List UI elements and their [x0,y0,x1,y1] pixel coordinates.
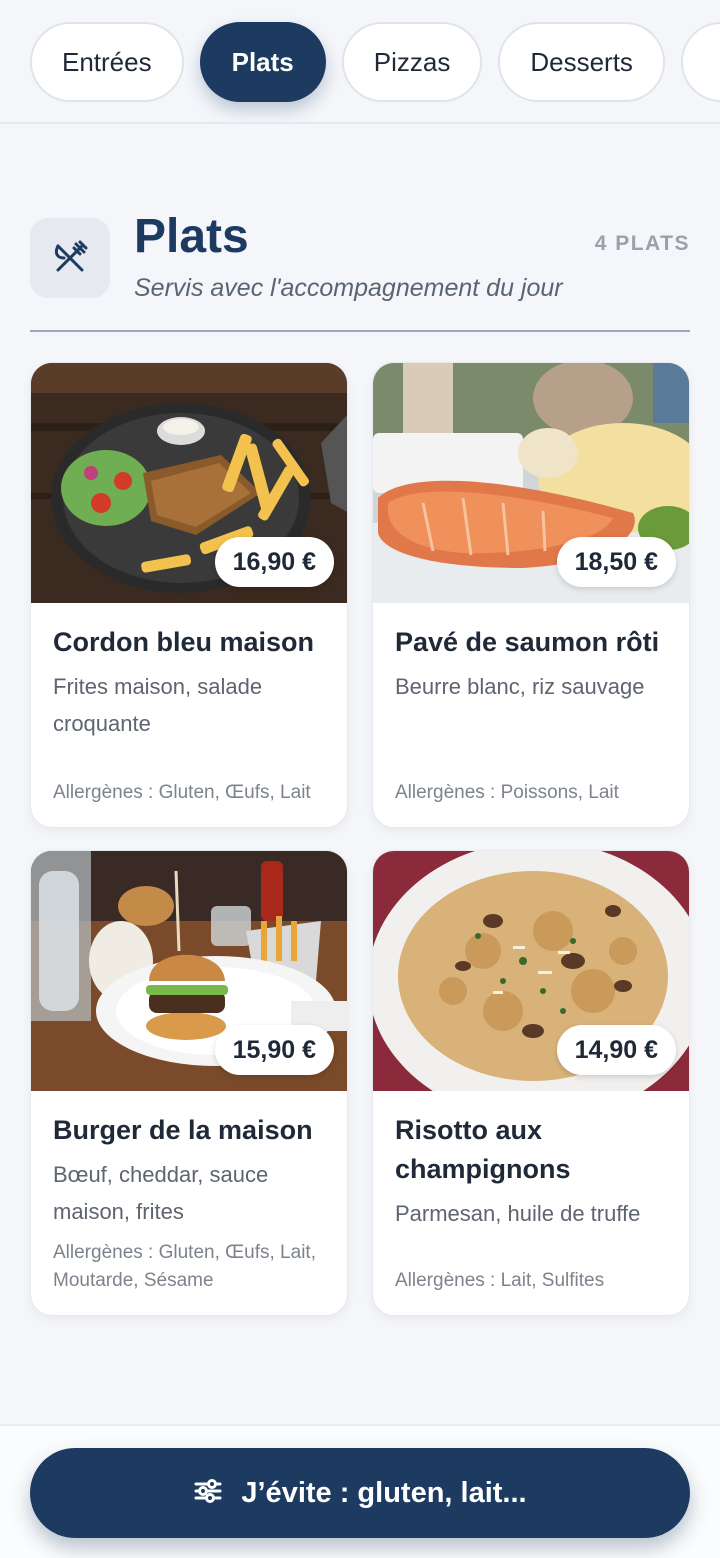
dish-name: Burger de la maison [53,1115,313,1145]
dish-info: Cordon bleu maison Frites maison, salade… [53,623,329,807]
price-badge: 16,90 € [214,537,334,587]
dish-card[interactable]: 16,90 € Cordon bleu maison Frites maison… [30,362,348,828]
dish-info: Burger de la maison Bœuf, cheddar, sauce… [53,1111,329,1295]
dish-description: Parmesan, huile de truffe [395,1201,641,1226]
dish-name: Pavé de saumon rôti [395,627,660,657]
tab-desserts[interactable]: Desserts [498,22,665,102]
section-title: Plats [134,210,249,263]
dish-info: Pavé de saumon rôti Beurre blanc, riz sa… [395,623,671,807]
tab-pizzas[interactable]: Pizzas [341,22,483,102]
dish-photo-cordon-bleu: 16,90 € [31,363,347,603]
dish-info: Risotto aux champignons Parmesan, huile … [395,1111,671,1295]
dish-allergens: Allergènes : Lait, Sulfites [395,1270,605,1291]
tab-entrees[interactable]: Entrées [30,22,184,102]
dish-name: Cordon bleu maison [53,627,315,657]
dish-grid: 16,90 € Cordon bleu maison Frites maison… [30,362,690,1316]
dish-allergens: Allergènes : Gluten, Œufs, Lait [53,782,311,803]
bottom-bar: J’évite : gluten, lait... [0,1424,720,1558]
section-subtitle: Servis avec l'accompagnement du jour [134,274,563,302]
price-badge: 18,50 € [556,537,676,587]
dish-description: Beurre blanc, riz sauvage [395,674,645,699]
price-badge: 14,90 € [556,1025,676,1075]
dish-card[interactable]: 18,50 € Pavé de saumon rôti Beurre blanc… [372,362,690,828]
dish-photo-burger: 15,90 € [31,851,347,1091]
section-header: Plats Servis avec l'accompagnement du jo… [30,210,690,332]
dish-count: 4 PLATS [594,232,690,255]
category-tabs-bar: Entrées Plats Pizzas Desserts [0,0,720,124]
dish-allergens: Allergènes : Gluten, Œufs, Lait, Moutard… [53,1242,316,1291]
price-badge: 15,90 € [214,1025,334,1075]
dish-allergens: Allergènes : Poissons, Lait [395,782,619,803]
dish-card[interactable]: 14,90 € Risotto aux champignons Parmesan… [372,850,690,1316]
dish-description: Frites maison, salade croquante [53,674,263,736]
allergen-filter-button[interactable]: J’évite : gluten, lait... [30,1448,690,1538]
dish-photo-saumon: 18,50 € [373,363,689,603]
dish-description: Bœuf, cheddar, sauce maison, frites [53,1162,269,1224]
dish-photo-risotto: 14,90 € [373,851,689,1091]
utensils-crossed-icon [30,218,110,298]
dish-card[interactable]: 15,90 € Burger de la maison Bœuf, chedda… [30,850,348,1316]
category-tabs: Entrées Plats Pizzas Desserts [30,22,720,102]
dish-name: Risotto aux champignons [395,1115,571,1184]
tab-next-partial[interactable] [680,22,720,102]
sliders-icon [193,1476,223,1511]
allergen-filter-label: J’évite : gluten, lait... [241,1476,527,1509]
tab-plats[interactable]: Plats [199,22,326,102]
